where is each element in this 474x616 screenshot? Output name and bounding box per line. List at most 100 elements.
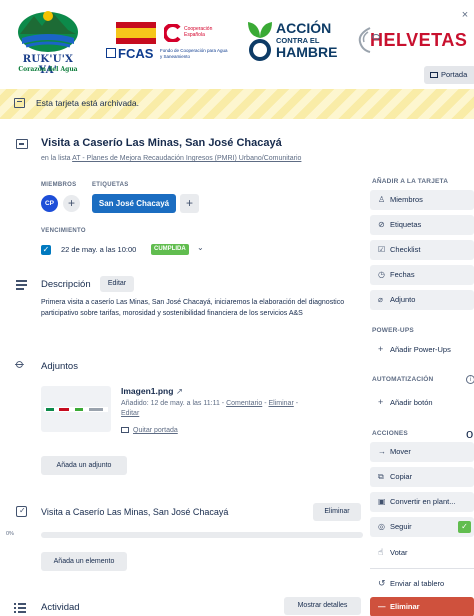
sprout-icon [248, 22, 272, 61]
attachment-comment-link[interactable]: Comentario [226, 400, 262, 407]
rukux-subtitle: Corazón del Agua [18, 66, 78, 73]
show-details-button[interactable]: Mostrar detalles [284, 597, 361, 615]
in-list-line: en la lista AT - Planes de Mejora Recaud… [41, 155, 301, 162]
delete-card-button[interactable]: — Eliminar [370, 597, 474, 616]
attachments-title: Adjuntos [41, 361, 78, 372]
vote-button[interactable]: ☝ Votar [370, 542, 474, 562]
cover-button[interactable]: Portada [424, 66, 474, 84]
powerups-heading: POWER-UPS [372, 327, 414, 334]
add-powerups-label: Añadir Power-Ups [390, 345, 451, 354]
add-checklist-item-button[interactable]: Añada un elemento [41, 552, 127, 571]
make-template-label: Convertir en plant... [390, 497, 456, 506]
chevron-down-icon[interactable]: ⌄ [197, 243, 204, 252]
archived-banner: Esta tarjeta está archivada. [0, 89, 474, 119]
rukux-emblem-icon [18, 11, 78, 52]
copy-button[interactable]: ⧉ Copiar [370, 467, 474, 487]
remove-cover-text: Quitar portada [133, 427, 178, 434]
attachment-meta: Añadido: 12 de may. a las 11:11 - Coment… [121, 399, 361, 419]
due-complete-checkbox[interactable]: ✓ [41, 245, 51, 255]
refresh-icon: ↺ [378, 578, 386, 588]
card-main-column: Visita a Caserío Las Minas, San José Cha… [0, 120, 368, 616]
description-text[interactable]: Primera visita a caserío Las Minas, San … [41, 298, 363, 319]
card-sidebar: AÑADIR A LA TARJETA ♙ Miembros ⊘ Etiquetas… [370, 120, 474, 616]
add-to-card-heading: AÑADIR A LA TARJETA [372, 178, 449, 185]
archive-icon [14, 98, 25, 108]
avatar[interactable]: CP [41, 195, 58, 212]
remove-cover-link[interactable]: Quitar portada [121, 427, 178, 434]
dates-button[interactable]: ◷ Fechas [370, 265, 474, 285]
add-powerups-button[interactable]: + Añadir Power-Ups [370, 339, 474, 359]
archived-banner-text: Esta tarjeta está archivada. [36, 98, 140, 108]
send-to-board-label: Enviar al tablero [390, 579, 445, 588]
checklist-progress-label: 0% [6, 531, 14, 537]
copy-icon: ⧉ [378, 472, 384, 481]
add-label-button[interactable]: + [180, 194, 199, 213]
thumbs-up-icon: ☝ [378, 547, 384, 557]
minus-icon: — [378, 602, 386, 611]
spain-flag-icon [116, 22, 156, 44]
due-date[interactable]: ✓ 22 de may. a las 10:00 CUMPLIDA ⌄ [41, 242, 211, 258]
delete-checklist-button[interactable]: Eliminar [313, 503, 361, 521]
card-cover-icon [430, 72, 438, 78]
attachment-thumbnail[interactable] [41, 386, 111, 432]
checklist-icon: ☑ [378, 245, 386, 254]
due-date-text: 22 de may. a las 10:00 [61, 245, 137, 254]
label-tag[interactable]: San José Chacayá [92, 194, 176, 213]
watch-button[interactable]: ◎ Seguir ✓ [370, 517, 474, 537]
card-title[interactable]: Visita a Caserío Las Minas, San José Cha… [41, 137, 282, 149]
rukux-logo: RUK'U'X YA' Corazón del Agua [12, 6, 84, 86]
card-title-icon [16, 138, 28, 150]
attachment-added-text: Añadido: 12 de may. a las 11:11 - [121, 400, 227, 407]
card-cover-icon [121, 427, 129, 433]
info-icon[interactable]: i [466, 375, 474, 384]
helvetas-text: HELVETAS [370, 30, 468, 50]
fcas-box-icon [106, 48, 116, 58]
attachment-delete-link[interactable]: Eliminar [269, 400, 294, 407]
send-to-board-button[interactable]: ↺ Enviar al tablero [370, 573, 474, 593]
checklist-title[interactable]: Visita a Caserío Las Minas, San José Cha… [41, 507, 228, 517]
make-template-button[interactable]: ▣ Convertir en plant... [370, 492, 474, 512]
edit-description-button[interactable]: Editar [100, 276, 134, 292]
in-list-prefix: en la lista [41, 155, 73, 162]
cooperacion-text: Cooperación Española [184, 26, 213, 38]
open-external-icon[interactable]: ↗ [176, 386, 183, 396]
cover-button-label: Portada [441, 70, 468, 79]
attachment-after-delete: - [293, 400, 299, 407]
attachment-file-name[interactable]: Imagen1.png ↗ [121, 386, 183, 397]
fcas-subtitle: Fondo de Cooperación para Agua y Saneami… [160, 48, 228, 59]
add-button-button[interactable]: + Añadir botón [370, 392, 474, 412]
move-button[interactable]: → Mover [370, 442, 474, 462]
accion-line-1: ACCIÓN [276, 20, 332, 36]
description-title: Descripción [41, 279, 91, 290]
activity-icon [14, 602, 26, 614]
arrow-right-icon: → [378, 447, 386, 456]
move-button-label: Mover [390, 447, 411, 456]
eye-icon: ◎ [378, 522, 385, 531]
delete-card-label: Eliminar [390, 602, 420, 611]
labels-button-label: Etiquetas [390, 220, 422, 229]
add-member-button[interactable]: + [63, 195, 80, 212]
dates-button-label: Fechas [390, 270, 415, 279]
watch-button-label: Seguir [390, 522, 412, 531]
due-label: VENCIMIENTO [41, 228, 86, 234]
person-icon: ♙ [378, 195, 386, 204]
labels-button[interactable]: ⊘ Etiquetas [370, 215, 474, 235]
sidebar-divider [370, 568, 474, 569]
cooperacion-espanola-logo: Cooperación Española FCAS Fondo de Coope… [106, 20, 228, 68]
attachment-button-label: Adjunto [390, 295, 416, 304]
helvetas-logo: HELVETAS [356, 22, 474, 62]
members-button-label: Miembros [390, 195, 423, 204]
attachment-file-name-text: Imagen1.png [121, 386, 174, 396]
card-cover: RUK'U'X YA' Corazón del Agua Cooperación… [0, 0, 474, 87]
labels-label: ETIQUETAS [92, 182, 129, 188]
checklist-progress-bar [41, 532, 363, 538]
attachment-button[interactable]: ⌀ Adjunto [370, 290, 474, 310]
checklist-button[interactable]: ☑ Checklist [370, 240, 474, 260]
attachment-edit-link[interactable]: Editar [121, 410, 139, 417]
members-button[interactable]: ♙ Miembros [370, 190, 474, 210]
description-icon [16, 279, 28, 291]
list-name-link[interactable]: AT - Planes de Mejora Recaudación Ingres… [72, 155, 301, 162]
close-icon[interactable]: × [458, 8, 472, 22]
accion-contra-el-hambre-logo: ACCIÓN CONTRA EL HAMBRE [246, 18, 342, 64]
add-attachment-button[interactable]: Añada un adjunto [41, 456, 127, 475]
